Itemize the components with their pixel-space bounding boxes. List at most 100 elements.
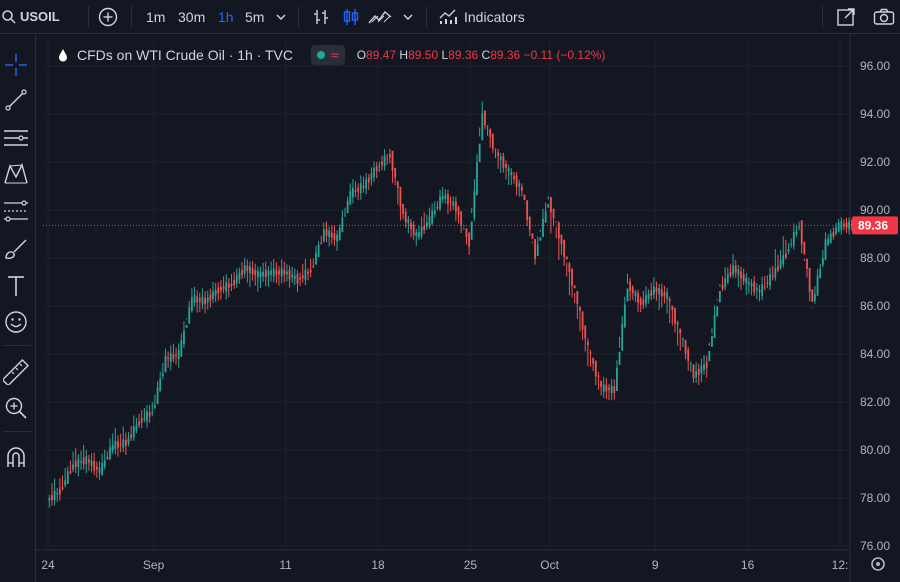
candle-body [272,268,275,277]
candle-body [93,460,96,471]
candle-body [470,221,473,240]
trend-line-icon [5,89,27,111]
candle-body [135,424,138,431]
price-tick-label: 90.00 [860,203,890,217]
pattern-tool[interactable] [2,160,30,188]
candle-body [518,183,521,187]
brush-tool[interactable] [2,235,30,263]
candle-body [288,269,291,280]
candle-body [309,269,312,273]
time-axis[interactable]: 24 Sep 11 18 25 Oct 9 16 12: [41,558,848,572]
candle-body [375,166,378,171]
bar-style-button[interactable] [312,0,330,34]
zoom-tool[interactable] [2,394,30,422]
candle-body [138,421,140,426]
candle-body [613,386,616,394]
candle-body [304,269,307,280]
chart-type-dropdown[interactable] [402,0,414,34]
brush-icon [5,239,27,259]
area-chart-icon [368,10,392,23]
horizontal-lines-tool[interactable] [2,124,30,152]
candle-body [750,283,753,287]
candle-body [167,357,170,359]
candle-body [267,270,270,276]
interval-5m[interactable]: 5m [245,0,264,34]
candle-body [840,221,843,230]
candle-body [674,307,676,324]
candle-body [299,277,302,280]
candle-body [140,418,143,423]
candle-body [642,299,645,305]
interval-1h[interactable]: 1h [218,0,234,34]
indicators-icon [439,9,457,24]
candles-icon [343,8,359,25]
candle-body [600,380,602,387]
candle-body [568,263,571,272]
candle-body [259,272,262,278]
market-status-badge[interactable]: ≈ [311,45,345,65]
candle-body [423,225,426,231]
candle-body [357,187,360,192]
ruler-tool[interactable] [2,358,30,386]
price-tick-label: 78.00 [860,491,890,505]
crosshair-tool[interactable] [2,51,30,79]
candle-body [666,292,668,300]
candle-body [639,298,642,305]
candle-body [293,276,296,279]
xabcd-pattern-icon [4,163,28,184]
time-tick-label: 9 [652,558,659,572]
divider [88,5,89,28]
interval-30m[interactable]: 30m [178,0,205,34]
interval-1m[interactable]: 1m [146,0,165,34]
candle-body [365,179,368,189]
snapshot-button[interactable] [873,0,895,34]
candle-body [56,492,59,495]
candle-body [779,260,782,268]
candle-body [425,222,428,228]
interval-dropdown[interactable] [275,0,287,34]
fullscreen-button[interactable] [836,0,856,34]
divider [298,5,299,28]
price-axis[interactable]: 96.00 94.00 92.00 90.00 88.00 86.00 84.00 82.00… [860,59,890,553]
candle-body [212,291,214,300]
compare-add-button[interactable] [98,0,118,34]
candle-body [394,167,397,178]
divider [3,345,31,346]
candle-body [74,460,77,468]
candle-body [523,194,526,201]
indicators-button[interactable]: Indicators [438,0,525,34]
candle-body [771,276,774,278]
candle-body [444,194,447,199]
magnet-tool[interactable] [2,444,30,472]
candle-body [515,175,518,187]
candle-body [270,270,272,275]
candle-body [333,233,336,240]
emoji-tool[interactable] [2,308,30,336]
candle-body [61,487,64,490]
candle-body [225,282,228,292]
candle-body [196,296,199,303]
symbol-search[interactable]: USOIL [0,0,80,34]
trend-line-tool[interactable] [2,86,30,114]
fib-retracement-tool[interactable] [2,197,30,225]
candle-body [824,239,827,260]
candle-body [322,229,325,242]
candle-body [439,196,441,210]
candle-body [637,292,639,303]
area-style-button[interactable] [368,0,392,34]
candle-body [489,129,492,138]
time-tick-label: 16 [741,558,755,572]
candle-body [336,234,338,242]
settings-gear-icon[interactable] [871,557,885,571]
candle-body [114,440,117,450]
price-chart[interactable]: 96.00 94.00 92.00 90.00 88.00 86.00 84.00 82.00… [0,0,900,582]
legend-title[interactable]: CFDs on WTI Crude Oil · 1h · TVC [77,47,293,63]
price-tick-label: 92.00 [860,155,890,169]
candle-body [584,325,587,339]
candle-body [317,244,320,257]
candle-body [381,161,383,165]
text-tool[interactable] [2,272,30,300]
candle-body [66,471,69,484]
candle-body [708,351,711,362]
candles-style-button[interactable] [342,0,360,34]
